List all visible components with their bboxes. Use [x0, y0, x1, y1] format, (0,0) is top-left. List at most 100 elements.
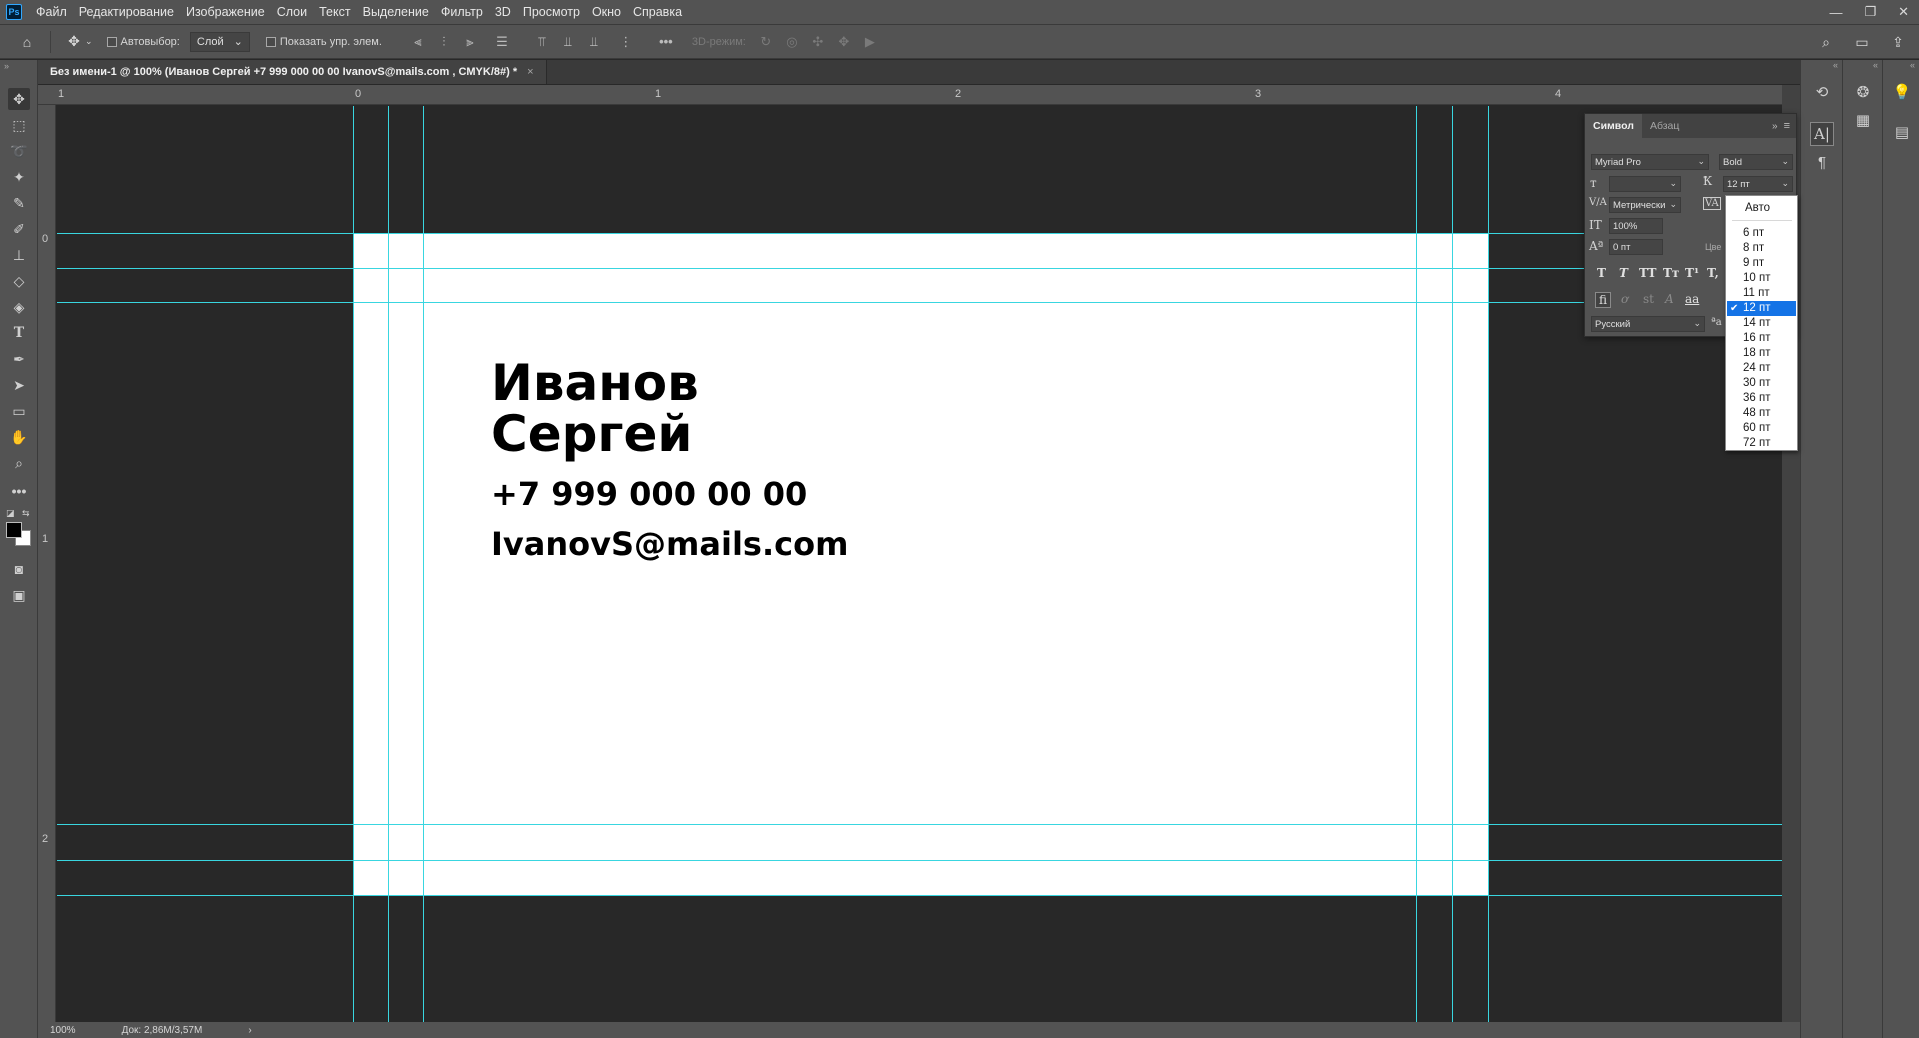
size-option[interactable]: 24 пт — [1727, 361, 1796, 376]
guide-horizontal[interactable] — [57, 895, 1782, 896]
foreground-color-swatch[interactable] — [6, 522, 22, 538]
horizontal-ruler[interactable]: 1 0 1 2 3 4 — [38, 85, 1782, 105]
superscript-icon[interactable]: T¹ — [1685, 266, 1699, 280]
size-option[interactable]: 72 пт — [1727, 436, 1796, 451]
minimize-icon[interactable]: — — [1829, 5, 1842, 20]
align-right-icon[interactable]: ⫸ — [460, 32, 480, 52]
align-left-icon[interactable]: ⫷ — [408, 32, 428, 52]
paragraph-panel-icon[interactable]: ¶ — [1810, 150, 1834, 174]
default-colors-icon[interactable]: ◪ — [6, 508, 15, 519]
3d-pan-icon[interactable]: ✣ — [808, 32, 828, 52]
collapse-icon[interactable]: « — [1883, 60, 1919, 70]
doc-info[interactable]: Док: 2,86M/3,57M — [122, 1025, 203, 1036]
share-icon[interactable]: ⇪ — [1887, 31, 1909, 53]
fill-tool-icon[interactable]: ◈ — [8, 296, 30, 318]
stamp-tool-icon[interactable]: ⊥ — [8, 244, 30, 266]
close-icon[interactable]: ✕ — [1898, 4, 1909, 20]
faux-bold-icon[interactable]: T — [1597, 266, 1606, 280]
zoom-tool-icon[interactable]: ⌕ — [8, 452, 30, 474]
menu-select[interactable]: Выделение — [357, 0, 435, 24]
font-size-field[interactable]: ⌄ — [1609, 176, 1681, 192]
menu-filter[interactable]: Фильтр — [435, 0, 489, 24]
size-option[interactable]: 10 пт — [1727, 271, 1796, 286]
leading-field[interactable]: 12 пт ⌄ — [1723, 176, 1793, 192]
lasso-tool-icon[interactable]: ➰ — [8, 140, 30, 162]
tab-character[interactable]: Символ — [1585, 114, 1642, 138]
canvas-area[interactable]: Иванов Сергей +7 999 000 00 00 IvanovS@m… — [57, 106, 1782, 1022]
zoom-level[interactable]: 100% — [50, 1025, 76, 1036]
show-transform-checkbox[interactable] — [265, 36, 276, 47]
chevron-down-icon[interactable]: ⌄ — [85, 36, 93, 47]
size-option[interactable]: 60 пт — [1727, 421, 1796, 436]
menu-image[interactable]: Изображение — [180, 0, 271, 24]
ligatures-icon[interactable]: fi — [1595, 292, 1612, 308]
autoselect-dropdown[interactable]: Слой ⌄ — [189, 31, 250, 52]
character-panel-icon[interactable]: A| — [1810, 122, 1834, 146]
path-select-tool-icon[interactable]: ➤ — [8, 374, 30, 396]
size-option[interactable]: 30 пт — [1727, 376, 1796, 391]
align-middle-v-icon[interactable]: ⫫ — [558, 32, 578, 52]
size-option-selected[interactable]: ✔ 12 пт — [1727, 301, 1796, 316]
learn-lightbulb-icon[interactable]: 💡 — [1890, 80, 1914, 104]
menu-help[interactable]: Справка — [627, 0, 688, 24]
guide-horizontal[interactable] — [57, 824, 1782, 825]
type-tool-icon[interactable]: T — [8, 322, 30, 344]
eyedropper-tool-icon[interactable]: ✎ — [8, 192, 30, 214]
size-option[interactable]: 8 пт — [1727, 241, 1796, 256]
more-tools-icon[interactable]: ••• — [8, 480, 30, 502]
size-option[interactable]: Авто — [1727, 201, 1796, 216]
swap-colors-icon[interactable]: ⇆ — [22, 508, 30, 519]
card-name-line1[interactable]: Иванов — [491, 356, 699, 410]
guide-horizontal[interactable] — [57, 233, 1782, 234]
collapse-icon[interactable]: « — [1843, 60, 1882, 70]
guide-vertical[interactable] — [1452, 106, 1453, 1022]
pen-tool-icon[interactable]: ✒ — [8, 348, 30, 370]
libraries-icon[interactable]: ▤ — [1890, 120, 1914, 144]
swash-icon[interactable]: A — [1665, 292, 1674, 306]
subscript-icon[interactable]: T, — [1707, 266, 1719, 280]
expand-panel-icon[interactable]: » — [1772, 121, 1784, 132]
baseline-shift-field[interactable]: 0 пт — [1609, 239, 1663, 255]
more-options-icon[interactable]: ••• — [656, 32, 676, 52]
3d-slide-icon[interactable]: ✥ — [834, 32, 854, 52]
3d-orbit-icon[interactable]: ↻ — [756, 32, 776, 52]
swatches-grid-icon[interactable]: ▦ — [1851, 108, 1875, 132]
size-option[interactable]: 36 пт — [1727, 391, 1796, 406]
guide-horizontal[interactable] — [57, 268, 1782, 269]
kerning-select[interactable]: Метрически ⌄ — [1609, 197, 1681, 213]
size-option[interactable]: 14 пт — [1727, 316, 1796, 331]
menu-window[interactable]: Окно — [586, 0, 627, 24]
hand-tool-icon[interactable]: ✋ — [8, 426, 30, 448]
guide-vertical[interactable] — [423, 106, 424, 1022]
move-tool-icon[interactable]: ✥ — [8, 88, 30, 110]
document-tab[interactable]: Без имени-1 @ 100% (Иванов Сергей +7 999… — [38, 60, 547, 84]
size-option[interactable]: 9 пт — [1727, 256, 1796, 271]
card-name-line2[interactable]: Сергей — [491, 407, 692, 461]
3d-camera-icon[interactable]: ▶ — [860, 32, 880, 52]
language-select[interactable]: Русский ⌄ — [1591, 316, 1705, 332]
align-center-h-icon[interactable]: ⫶ — [434, 32, 454, 52]
vertical-scale-field[interactable]: 100% — [1609, 218, 1663, 234]
font-family-select[interactable]: Myriad Pro ⌄ — [1591, 154, 1709, 170]
guide-horizontal[interactable] — [57, 860, 1782, 861]
move-tool-preset-icon[interactable]: ✥ — [63, 31, 85, 53]
status-arrow-icon[interactable]: › — [248, 1025, 251, 1036]
size-option[interactable]: 18 пт — [1727, 346, 1796, 361]
card-phone[interactable]: +7 999 000 00 00 — [491, 475, 807, 513]
eraser-tool-icon[interactable]: ◇ — [8, 270, 30, 292]
faux-italic-icon[interactable]: T — [1619, 266, 1628, 280]
font-style-select[interactable]: Bold ⌄ — [1719, 154, 1793, 170]
rectangle-tool-icon[interactable]: ▭ — [8, 400, 30, 422]
autoselect-checkbox[interactable] — [106, 36, 117, 47]
marquee-tool-icon[interactable]: ⬚ — [8, 114, 30, 136]
brush-tool-icon[interactable]: ✐ — [8, 218, 30, 240]
align-bottom-icon[interactable]: ⫫ — [584, 32, 604, 52]
guide-vertical[interactable] — [1488, 106, 1489, 1022]
all-caps-icon[interactable]: TT — [1639, 266, 1656, 280]
3d-roll-icon[interactable]: ◎ — [782, 32, 802, 52]
search-icon[interactable]: ⌕ — [1815, 31, 1837, 53]
guide-vertical[interactable] — [1416, 106, 1417, 1022]
distribute-v-icon[interactable]: ⋮ — [616, 32, 636, 52]
card-email[interactable]: IvanovS@mails.com — [491, 525, 848, 563]
workspace-icon[interactable]: ▭ — [1851, 31, 1873, 53]
